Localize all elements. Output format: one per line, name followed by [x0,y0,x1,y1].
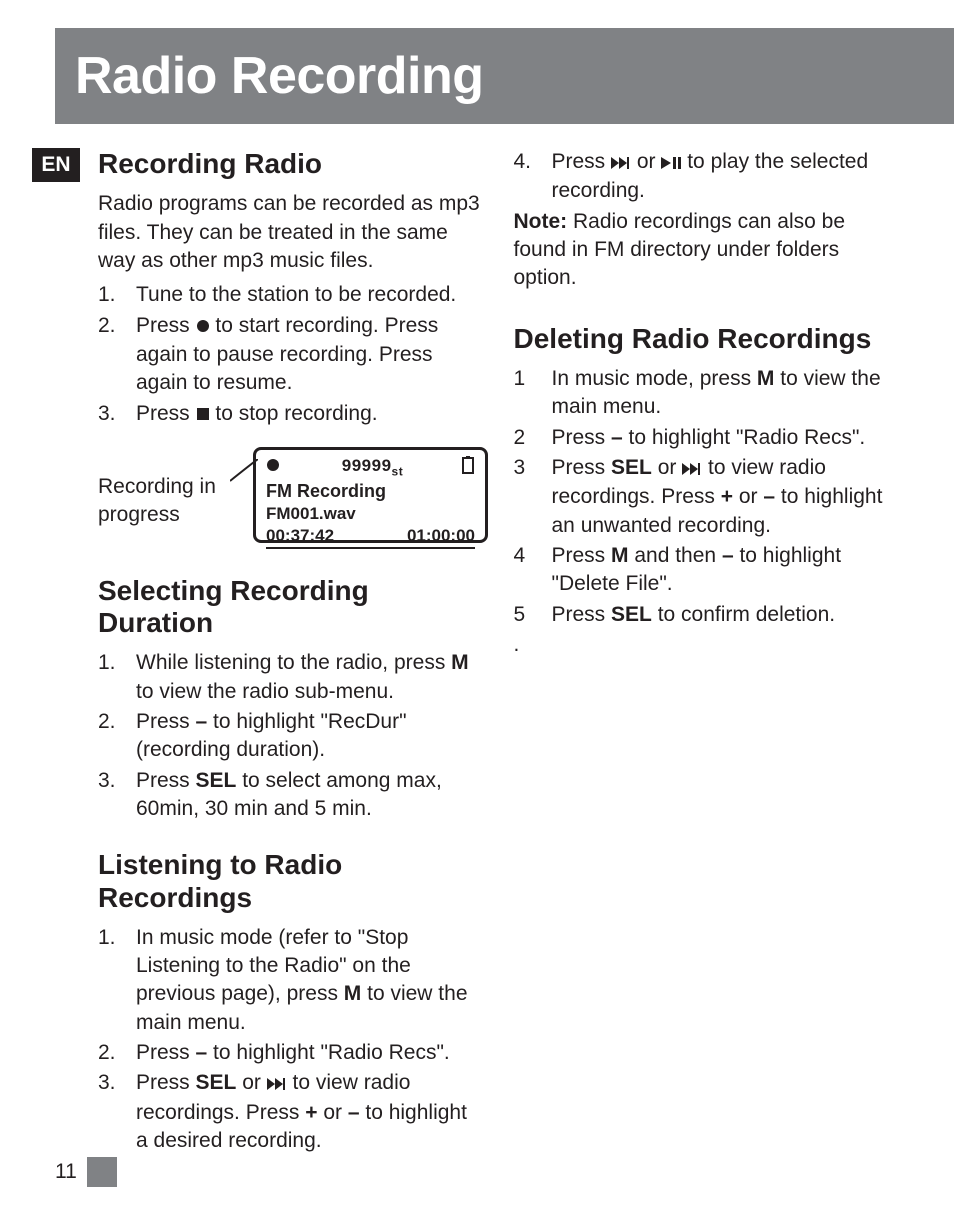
device-screen-figure: Recording in progress 99999st [98,447,484,557]
record-icon [196,313,210,341]
page-header-banner: Radio Recording [55,28,954,124]
list-item: 3. Press SEL to select among max, 60min,… [98,767,484,824]
figure-caption: Recording in progress [98,473,216,530]
listening-steps: 1. In music mode (refer to "Stop Listeni… [98,924,484,1156]
battery-icon [461,456,475,479]
screen-time-row: 00:37:42 01:00:00 [266,526,475,549]
list-item: 3 Press SEL or to view radio recordings.… [514,454,900,540]
heading-listening-recordings: Listening to Radio Recordings [98,849,484,913]
heading-recording-radio: Recording Radio [98,148,484,180]
left-column: Recording Radio Radio programs can be re… [98,148,484,1158]
step-number: 3. [98,400,136,429]
record-indicator-icon [266,458,284,477]
screen-status-row: 99999st [266,456,475,479]
step-text: Tune to the station to be recorded. [136,281,484,309]
list-item: 2. Press – to highlight "RecDur" (record… [98,708,484,765]
list-item: 3. Press SEL or to view radio recordings… [98,1069,484,1155]
language-badge: EN [32,148,80,182]
trailing-dot: . [514,631,900,659]
list-item: 2 Press – to highlight "Radio Recs". [514,424,900,452]
content-columns: Recording Radio Radio programs can be re… [98,148,899,1158]
total-duration: 01:00:00 [407,526,475,546]
note-paragraph: Note: Radio recordings can also be found… [514,208,900,293]
listening-steps-continued: 4. Press or to play the selected recordi… [514,148,900,206]
list-item: 1. In music mode (refer to "Stop Listeni… [98,924,484,1037]
right-column: 4. Press or to play the selected recordi… [514,148,900,1158]
intro-paragraph: Radio programs can be recorded as mp3 fi… [98,190,484,275]
list-item: 1 In music mode, press M to view the mai… [514,365,900,422]
step-text: Press to stop recording. [136,400,484,429]
deleting-steps: 1 In music mode, press M to view the mai… [514,365,900,629]
device-screen: 99999st FM Recording FM001.wav 00:37:42 … [253,447,488,543]
screen-filename: FM001.wav [266,504,475,524]
page-number: 11 [55,1160,77,1184]
page-number-area: 11 [55,1157,117,1187]
heading-deleting-recordings: Deleting Radio Recordings [514,323,900,355]
page-marker-square-icon [87,1157,117,1187]
fast-forward-icon [611,149,631,177]
fast-forward-icon [682,455,702,483]
list-item: 3. Press to stop recording. [98,400,484,429]
fast-forward-icon [267,1070,287,1098]
heading-selecting-duration: Selecting Recording Duration [98,575,484,639]
screen-mode-label: FM Recording [266,481,475,502]
stop-icon [196,401,210,429]
recording-steps: 1. Tune to the station to be recorded. 2… [98,281,484,429]
list-item: 5 Press SEL to confirm deletion. [514,601,900,629]
duration-steps: 1. While listening to the radio, press M… [98,649,484,823]
list-item: 1. While listening to the radio, press M… [98,649,484,706]
elapsed-time: 00:37:42 [266,526,334,546]
note-label: Note: [514,210,568,233]
play-pause-icon [661,149,681,177]
list-item: 4 Press M and then – to highlight "Delet… [514,542,900,599]
list-item: 2. Press – to highlight "Radio Recs". [98,1039,484,1067]
step-number: 2. [98,312,136,398]
station-number: 99999st [342,456,403,478]
list-item: 2. Press to start recording. Press again… [98,312,484,398]
list-item: 4. Press or to play the selected recordi… [514,148,900,206]
step-number: 1. [98,281,136,309]
page-title: Radio Recording [75,46,484,106]
list-item: 1. Tune to the station to be recorded. [98,281,484,309]
step-text: Press to start recording. Press again to… [136,312,484,398]
